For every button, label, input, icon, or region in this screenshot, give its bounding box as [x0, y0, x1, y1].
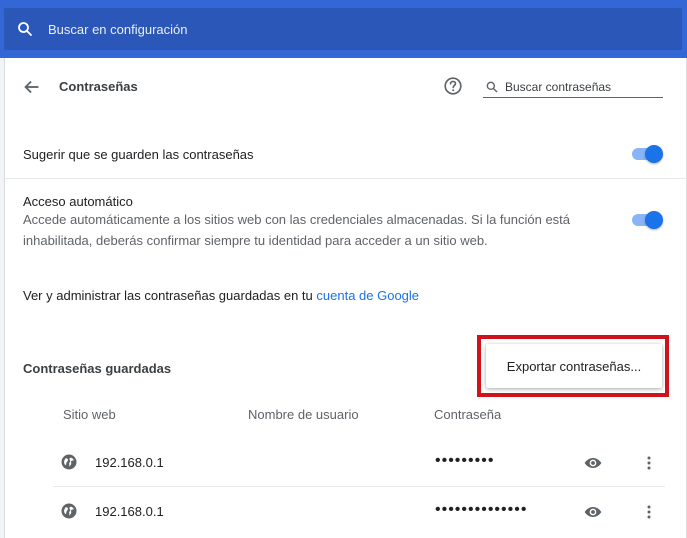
- password-row: 192.168.0.1 •••••••••: [53, 439, 665, 487]
- toggle-knob: [645, 145, 663, 163]
- autosignin-description: Accede automáticamente a los sitios web …: [23, 209, 603, 251]
- eye-icon[interactable]: [583, 502, 603, 522]
- manage-passwords-prefix: Ver y administrar las contraseñas guarda…: [23, 288, 317, 303]
- page-title: Contraseñas: [59, 79, 138, 94]
- password-row: 192.168.0.1 ••••••••••••••: [53, 488, 665, 536]
- autosignin-description-line2: inhabilitada, deberás confirmar siempre …: [23, 233, 488, 248]
- more-vert-icon[interactable]: [639, 453, 659, 473]
- suggest-save-label: Sugerir que se guarden las contraseñas: [23, 147, 254, 162]
- password-masked: •••••••••: [435, 452, 495, 469]
- export-menu: Exportar contraseñas...: [486, 344, 662, 388]
- globe-icon: [61, 454, 77, 470]
- password-search-input[interactable]: Buscar contraseñas: [483, 76, 663, 98]
- help-icon[interactable]: [442, 75, 464, 97]
- password-site: 192.168.0.1: [95, 455, 164, 470]
- password-masked: ••••••••••••••: [435, 501, 528, 518]
- passwords-header: Contraseñas Buscar contraseñas: [5, 58, 686, 116]
- autosignin-title: Acceso automático: [23, 194, 133, 209]
- divider: [5, 178, 686, 179]
- more-vert-icon[interactable]: [639, 502, 659, 522]
- manage-passwords-text: Ver y administrar las contraseñas guarda…: [23, 288, 419, 303]
- settings-search-box[interactable]: Buscar en configuración: [4, 8, 682, 50]
- passwords-card: Contraseñas Buscar contraseñas Sugerir q…: [4, 58, 687, 538]
- autosignin-toggle[interactable]: [631, 211, 663, 229]
- settings-search-placeholder: Buscar en configuración: [48, 21, 188, 37]
- password-search-placeholder: Buscar contraseñas: [505, 79, 612, 94]
- column-header-password: Contraseña: [434, 407, 502, 422]
- password-site: 192.168.0.1: [95, 504, 164, 519]
- globe-icon: [61, 503, 77, 519]
- saved-passwords-title: Contraseñas guardadas: [23, 361, 172, 376]
- toggle-knob: [645, 211, 663, 229]
- suggest-save-toggle[interactable]: [631, 145, 663, 163]
- column-header-username: Nombre de usuario: [248, 407, 359, 422]
- export-passwords-menu-item[interactable]: Exportar contraseñas...: [507, 359, 641, 374]
- back-arrow-icon[interactable]: [21, 76, 43, 98]
- google-account-link[interactable]: cuenta de Google: [316, 288, 419, 303]
- search-icon: [18, 22, 32, 36]
- column-header-site: Sitio web: [63, 407, 116, 422]
- top-bar: Buscar en configuración: [0, 0, 687, 58]
- autosignin-description-line1: Accede automáticamente a los sitios web …: [23, 212, 571, 227]
- eye-icon[interactable]: [583, 453, 603, 473]
- search-icon: [486, 81, 498, 92]
